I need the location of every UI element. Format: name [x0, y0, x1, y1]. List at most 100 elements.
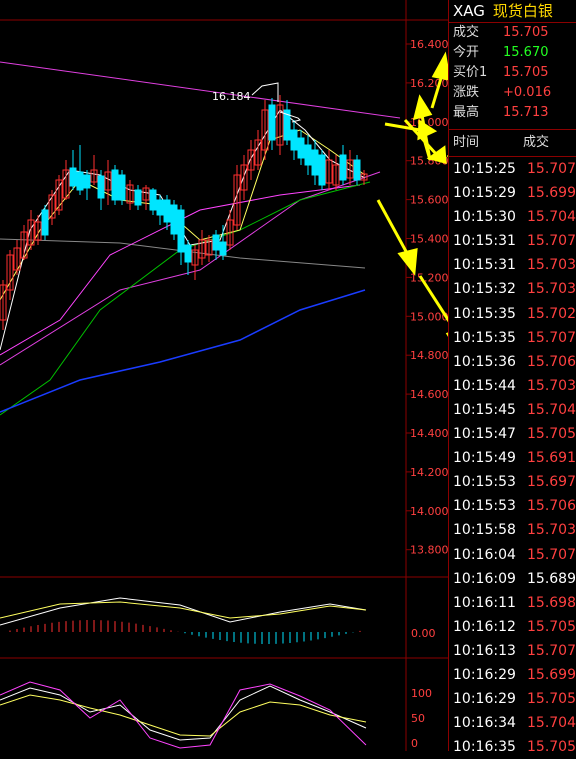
tick-price: 15.703 — [527, 377, 576, 394]
candle-body — [297, 137, 305, 159]
candle-body — [311, 149, 319, 176]
price-label: 16.400 — [410, 38, 448, 51]
tick-price: 15.699 — [527, 666, 576, 683]
quote-label: 成交 — [453, 25, 480, 40]
tick-row[interactable]: 10:15:32 15.703 — [449, 277, 576, 301]
candle-body — [184, 244, 192, 263]
tick-row[interactable]: 10:16:13 15.707 — [449, 639, 576, 663]
symbol-name: 现货白银 — [492, 2, 553, 20]
candle-body — [69, 167, 77, 187]
tick-price: 15.689 — [527, 570, 576, 587]
candle-body — [219, 241, 227, 256]
tick-row[interactable]: 10:15:31 15.707 — [449, 229, 576, 253]
tick-time: 10:16:34 — [453, 715, 516, 732]
tick-price: 15.699 — [527, 185, 576, 202]
quote-row: 成交 15.705 — [449, 23, 576, 43]
tick-row[interactable]: 10:15:49 15.691 — [449, 446, 576, 470]
candle-body — [304, 144, 312, 166]
tick-row[interactable]: 10:15:53 15.706 — [449, 494, 576, 518]
quote-summary: 成交 15.705 今开 15.670 买价1 15.705 涨跌 +0.016 最高 15.71… — [449, 23, 576, 123]
tick-price: 15.704 — [527, 401, 576, 418]
tick-row[interactable]: 10:15:25 15.707 — [449, 157, 576, 181]
macd-dif-line — [0, 597, 367, 626]
tick-row[interactable]: 10:16:29 15.705 — [449, 687, 576, 711]
tick-row[interactable]: 10:15:58 15.703 — [449, 518, 576, 542]
tick-row[interactable]: 10:16:29 15.699 — [449, 663, 576, 687]
tick-row[interactable]: 10:15:35 15.707 — [449, 326, 576, 350]
macd-zero-label: 0.00 — [411, 627, 436, 640]
macd-panel — [9, 620, 361, 644]
tick-price: 15.703 — [527, 522, 576, 539]
tick-time: 10:16:13 — [453, 642, 516, 659]
candle-body — [76, 171, 84, 191]
candle-body — [177, 209, 185, 253]
trendline-upper — [0, 61, 401, 119]
tick-list[interactable]: 10:15:25 15.707 10:15:29 15.699 10:15:30 15.7… — [449, 157, 576, 759]
tick-price: 15.703 — [527, 257, 576, 274]
quote-label: 买价1 — [453, 65, 488, 80]
tick-price: 15.705 — [527, 618, 576, 635]
ma60-line — [0, 289, 366, 413]
quote-row: 买价1 15.705 — [449, 63, 576, 83]
tick-row[interactable]: 10:15:44 15.703 — [449, 374, 576, 398]
tick-price: 15.702 — [527, 305, 576, 322]
price-label: 14.000 — [410, 505, 448, 518]
kdj-j-line — [0, 681, 367, 749]
tick-row[interactable]: 10:15:47 15.705 — [449, 422, 576, 446]
tick-time: 10:15:36 — [453, 353, 516, 370]
candle-body — [149, 189, 157, 211]
candle-body — [97, 175, 105, 199]
candle-body — [353, 159, 361, 181]
tick-price: 15.691 — [527, 450, 576, 467]
kdj-label-50: 50 — [411, 712, 425, 725]
price-label: 14.200 — [410, 466, 448, 479]
candle-body — [118, 174, 126, 201]
tick-time: 10:15:29 — [453, 185, 516, 202]
tick-row[interactable]: 10:15:36 15.706 — [449, 350, 576, 374]
candle-body — [290, 129, 298, 151]
tick-price: 15.707 — [527, 329, 576, 346]
price-label: 14.400 — [410, 427, 448, 440]
tick-price: 15.705 — [527, 426, 576, 443]
tick-time: 10:16:29 — [453, 666, 516, 683]
tick-row[interactable]: 10:15:31 15.703 — [449, 253, 576, 277]
quote-panel: XAG 现货白银 成交 15.705 今开 15.670 买价1 15.705 涨跌 +0.01… — [448, 0, 576, 755]
ticks-header-price: 成交 — [523, 135, 550, 150]
tick-row[interactable]: 10:16:12 15.705 — [449, 615, 576, 639]
ticks-header-time: 时间 — [453, 135, 480, 150]
quote-value: 15.713 — [503, 105, 549, 120]
tick-row[interactable]: 10:16:35 15.705 — [449, 735, 576, 759]
candle-body — [41, 209, 49, 236]
tick-time: 10:16:35 — [453, 739, 516, 756]
quote-label: 涨跌 — [453, 85, 480, 100]
high-price-label: 16.184 — [212, 90, 251, 103]
tick-row[interactable]: 10:16:34 15.704 — [449, 711, 576, 735]
quote-row: 最高 15.713 — [449, 103, 576, 123]
candle-body — [212, 234, 220, 251]
tick-time: 10:15:31 — [453, 257, 516, 274]
tick-row[interactable]: 10:16:11 15.698 — [449, 591, 576, 615]
tick-row[interactable]: 10:15:45 15.704 — [449, 398, 576, 422]
quote-row: 涨跌 +0.016 — [449, 83, 576, 103]
tick-row[interactable]: 10:15:53 15.697 — [449, 470, 576, 494]
candle-body — [156, 199, 164, 216]
tick-price: 15.707 — [527, 161, 576, 177]
tick-price: 15.703 — [527, 281, 576, 298]
candle-body — [134, 189, 142, 206]
tick-time: 10:15:35 — [453, 305, 516, 322]
kline-chart[interactable]: 16.40016.20016.00015.80015.60015.40015.2… — [0, 0, 448, 751]
tick-time: 10:15:53 — [453, 498, 516, 515]
candle-body — [318, 154, 326, 186]
tick-row[interactable]: 10:15:30 15.704 — [449, 205, 576, 229]
tick-time: 10:15:49 — [453, 450, 516, 467]
tick-time: 10:16:11 — [453, 594, 516, 611]
candle-body — [339, 154, 347, 181]
tick-price: 15.698 — [527, 594, 576, 611]
tick-row[interactable]: 10:16:09 15.689 — [449, 567, 576, 591]
tick-row[interactable]: 10:15:35 15.702 — [449, 302, 576, 326]
tick-row[interactable]: 10:15:29 15.699 — [449, 181, 576, 205]
price-label: 14.800 — [410, 349, 448, 362]
tick-row[interactable]: 10:16:04 15.707 — [449, 543, 576, 567]
macd-dea-line — [0, 601, 367, 619]
tick-price: 15.705 — [527, 691, 576, 708]
